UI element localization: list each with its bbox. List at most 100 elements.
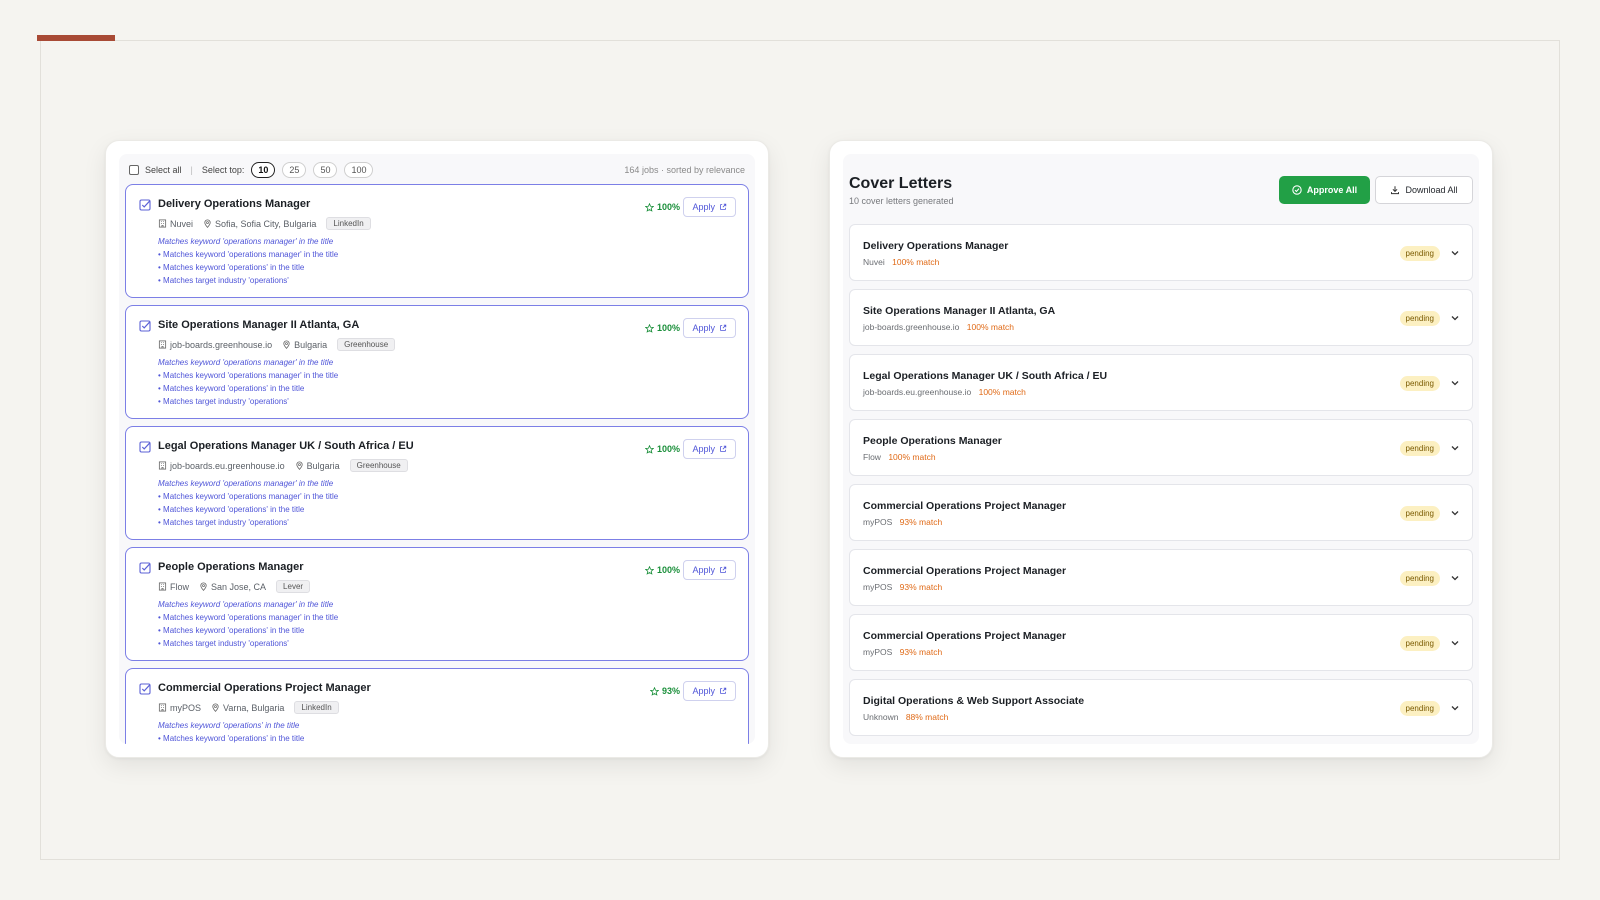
- job-card[interactable]: Delivery Operations Manager Nuvei Sofia,…: [125, 184, 749, 298]
- cover-letter-match: 100% match: [888, 452, 936, 462]
- apply-button[interactable]: Apply: [683, 560, 736, 580]
- apply-label: Apply: [692, 565, 715, 575]
- chevron-down-icon[interactable]: [1450, 443, 1460, 453]
- relevance-score: 100%: [644, 323, 680, 333]
- download-all-button[interactable]: Download All: [1375, 176, 1473, 204]
- relevance-score: 100%: [644, 444, 680, 454]
- chevron-down-icon[interactable]: [1450, 573, 1460, 583]
- job-list: Delivery Operations Manager Nuvei Sofia,…: [125, 184, 749, 744]
- status-badge: pending: [1399, 506, 1440, 521]
- match-reasons: Matches keyword 'operations manager' in …: [158, 235, 338, 287]
- job-list-container: Select all | Select top: 10 25 50 100 16…: [119, 154, 755, 744]
- cover-letter-company: Unknown: [863, 712, 899, 722]
- map-pin-icon: [212, 703, 219, 712]
- check-square-icon[interactable]: [139, 199, 151, 211]
- apply-label: Apply: [692, 323, 715, 333]
- check-square-icon[interactable]: [139, 562, 151, 574]
- apply-button[interactable]: Apply: [683, 439, 736, 459]
- cover-letter-meta: myPOS 93% match: [863, 517, 942, 527]
- approve-all-button[interactable]: Approve All: [1279, 176, 1370, 204]
- match-reason: Matches keyword 'operations manager' in …: [158, 600, 334, 609]
- relevance-score: 100%: [644, 565, 680, 575]
- job-title: Site Operations Manager II Atlanta, GA: [158, 319, 360, 331]
- building-icon: [158, 219, 167, 228]
- cover-letter-company: myPOS: [863, 647, 893, 657]
- job-source-tag: Greenhouse: [349, 459, 408, 472]
- cover-letter-title: Commercial Operations Project Manager: [863, 565, 1067, 577]
- match-reason: Matches keyword 'operations' in the titl…: [158, 721, 300, 730]
- cover-letter-meta: Nuvei 100% match: [863, 257, 939, 267]
- status-badge: pending: [1399, 636, 1440, 651]
- cover-letter-meta: job-boards.greenhouse.io 100% match: [863, 322, 1014, 332]
- job-company: myPOS: [170, 702, 202, 713]
- select-top-25-chip[interactable]: 25: [282, 162, 307, 178]
- cover-letter-item[interactable]: Commercial Operations Project Manager my…: [849, 614, 1473, 671]
- status-badge: pending: [1399, 376, 1440, 391]
- download-icon: [1391, 186, 1400, 195]
- match-reason: • Matches keyword 'operations' in the ti…: [158, 505, 305, 514]
- cover-letter-title: Site Operations Manager II Atlanta, GA: [863, 305, 1056, 317]
- job-card[interactable]: People Operations Manager Flow San Jose,…: [125, 547, 749, 661]
- score-value: 93%: [661, 686, 680, 696]
- chevron-down-icon[interactable]: [1450, 703, 1460, 713]
- cover-letter-company: Nuvei: [863, 257, 885, 267]
- external-link-icon: [720, 203, 727, 210]
- cover-letter-company: job-boards.eu.greenhouse.io: [863, 387, 972, 397]
- select-top-label: Select top:: [201, 165, 245, 175]
- building-icon: [158, 703, 167, 712]
- chevron-down-icon[interactable]: [1450, 638, 1460, 648]
- apply-button[interactable]: Apply: [683, 197, 736, 217]
- score-value: 100%: [656, 444, 680, 454]
- job-company: job-boards.eu.greenhouse.io: [170, 460, 285, 471]
- cover-letter-match: 88% match: [905, 712, 949, 722]
- cover-letter-item[interactable]: People Operations Manager Flow 100% matc…: [849, 419, 1473, 476]
- select-all-checkbox[interactable]: [129, 165, 139, 175]
- job-card[interactable]: Site Operations Manager II Atlanta, GA j…: [125, 305, 749, 419]
- apply-button[interactable]: Apply: [683, 318, 736, 338]
- check-square-icon[interactable]: [139, 683, 151, 695]
- select-all-label[interactable]: Select all: [145, 165, 182, 175]
- apply-label: Apply: [692, 444, 715, 454]
- cover-letter-item[interactable]: Digital Operations & Web Support Associa…: [849, 679, 1473, 736]
- match-reason: • Matches keyword 'operations manager' i…: [158, 613, 339, 622]
- cover-letter-item[interactable]: Commercial Operations Project Manager my…: [849, 484, 1473, 541]
- match-reason: • Matches target industry 'operations': [158, 276, 289, 285]
- job-source-tag: Greenhouse: [337, 338, 396, 351]
- cover-letter-item[interactable]: Legal Operations Manager UK / South Afri…: [849, 354, 1473, 411]
- accent-bar: [37, 35, 115, 41]
- chevron-down-icon[interactable]: [1450, 248, 1460, 258]
- chevron-down-icon[interactable]: [1450, 508, 1460, 518]
- cover-letter-title: People Operations Manager: [863, 435, 1002, 447]
- jobs-summary: 164 jobs · sorted by relevance: [624, 165, 745, 175]
- select-top-50-chip[interactable]: 50: [313, 162, 338, 178]
- check-square-icon[interactable]: [139, 441, 151, 453]
- cover-letters-header: Cover Letters 10 cover letters generated…: [849, 154, 1473, 224]
- job-location: Bulgaria: [306, 460, 340, 471]
- chevron-down-icon[interactable]: [1450, 313, 1460, 323]
- match-reason: Matches keyword 'operations manager' in …: [158, 358, 334, 367]
- map-pin-icon: [283, 340, 290, 349]
- match-reason: • Matches target industry 'operations': [158, 639, 289, 648]
- select-top-100-chip[interactable]: 100: [344, 162, 374, 178]
- cover-letter-match: 93% match: [899, 647, 943, 657]
- job-card[interactable]: Commercial Operations Project Manager my…: [125, 668, 749, 744]
- chevron-down-icon[interactable]: [1450, 378, 1460, 388]
- cover-letter-meta: job-boards.eu.greenhouse.io 100% match: [863, 387, 1026, 397]
- cover-letter-item[interactable]: Delivery Operations Manager Nuvei 100% m…: [849, 224, 1473, 281]
- cover-letter-item[interactable]: Commercial Operations Project Manager my…: [849, 549, 1473, 606]
- apply-button[interactable]: Apply: [683, 681, 736, 701]
- cover-letter-match: 100% match: [892, 257, 940, 267]
- cover-letter-match: 93% match: [899, 582, 943, 592]
- external-link-icon: [720, 445, 727, 452]
- check-square-icon[interactable]: [139, 320, 151, 332]
- job-card[interactable]: Legal Operations Manager UK / South Afri…: [125, 426, 749, 540]
- check-circle-icon: [1292, 185, 1302, 195]
- match-reasons: Matches keyword 'operations manager' in …: [158, 477, 338, 529]
- job-title: Commercial Operations Project Manager: [158, 682, 371, 694]
- cover-letter-item[interactable]: Site Operations Manager II Atlanta, GA j…: [849, 289, 1473, 346]
- star-icon: [644, 323, 654, 333]
- status-badge: pending: [1399, 571, 1440, 586]
- select-top-10-chip[interactable]: 10: [251, 162, 276, 178]
- cover-letter-company: myPOS: [863, 517, 893, 527]
- status-badge: pending: [1399, 441, 1440, 456]
